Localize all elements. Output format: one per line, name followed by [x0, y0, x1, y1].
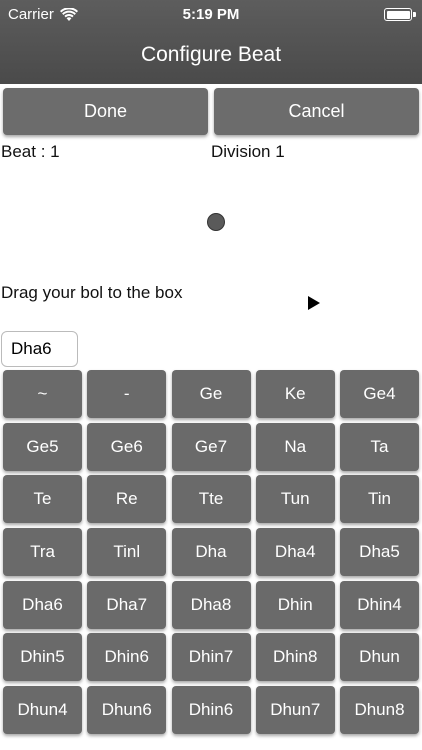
battery-icon	[384, 8, 416, 21]
bol-button[interactable]: Tinl	[87, 528, 167, 577]
bol-button-grid: ~ - Ge Ke Ge4 Ge5 Ge6 Ge7 Na Ta Te Re Tte Tun Tin Tra Ti…	[3, 370, 419, 735]
bol-button[interactable]: Dhun8	[340, 686, 419, 735]
navigation-header: Carrier 5:19 PM Configure Beat	[0, 0, 422, 84]
bol-button[interactable]: Dhin4	[340, 580, 419, 629]
bol-button[interactable]: Dhin	[255, 580, 335, 629]
bol-button[interactable]: Ge	[171, 370, 251, 418]
status-time: 5:19 PM	[182, 6, 240, 23]
bol-button[interactable]: Te	[3, 475, 82, 524]
bol-drop-box[interactable]: Dha6	[1, 331, 78, 367]
bol-button[interactable]: Re	[87, 475, 167, 524]
bol-button[interactable]: ~	[3, 370, 82, 418]
beat-label: Beat : 1	[1, 142, 60, 161]
page-title: Configure Beat	[140, 43, 282, 66]
bol-button[interactable]: Ge6	[87, 422, 167, 471]
drag-instruction: Drag your bol to the box	[1, 283, 183, 302]
done-button[interactable]: Done	[3, 88, 208, 135]
bol-button[interactable]: -	[87, 370, 167, 418]
bol-button[interactable]: Dhun4	[3, 686, 82, 735]
bol-button[interactable]: Dhun6	[87, 686, 167, 735]
bol-button[interactable]: Tin	[340, 475, 419, 524]
bol-button[interactable]: Dhin6	[171, 686, 251, 735]
bol-button[interactable]: Dha7	[87, 580, 167, 629]
bol-button[interactable]: Dhin8	[255, 633, 335, 682]
bol-button[interactable]: Dhin5	[3, 633, 82, 682]
bol-button[interactable]: Dha5	[340, 528, 419, 577]
play-icon[interactable]	[308, 296, 320, 310]
bol-button[interactable]: Dha	[171, 528, 251, 577]
bol-button[interactable]: Ta	[340, 422, 419, 471]
bol-button[interactable]: Tte	[171, 475, 251, 524]
bol-button[interactable]: Ge7	[171, 422, 251, 471]
bol-button[interactable]: Dhun	[340, 633, 419, 682]
bol-button[interactable]: Na	[255, 422, 335, 471]
bol-button[interactable]: Tra	[3, 528, 82, 577]
status-bar: Carrier 5:19 PM	[0, 0, 422, 30]
bol-button[interactable]: Ke	[255, 370, 335, 418]
bol-button[interactable]: Dhin7	[171, 633, 251, 682]
division-label: Division 1	[211, 142, 285, 161]
bol-button[interactable]: Tun	[255, 475, 335, 524]
bol-button[interactable]: Dha4	[255, 528, 335, 577]
bol-button[interactable]: Dha6	[3, 580, 82, 629]
cancel-button[interactable]: Cancel	[214, 88, 419, 135]
bol-button[interactable]: Dha8	[171, 580, 251, 629]
bol-button[interactable]: Ge5	[3, 422, 82, 471]
record-dot-icon[interactable]	[207, 213, 225, 231]
bol-button[interactable]: Dhun7	[255, 686, 335, 735]
bol-button[interactable]: Dhin6	[87, 633, 167, 682]
bol-button[interactable]: Ge4	[340, 370, 419, 418]
